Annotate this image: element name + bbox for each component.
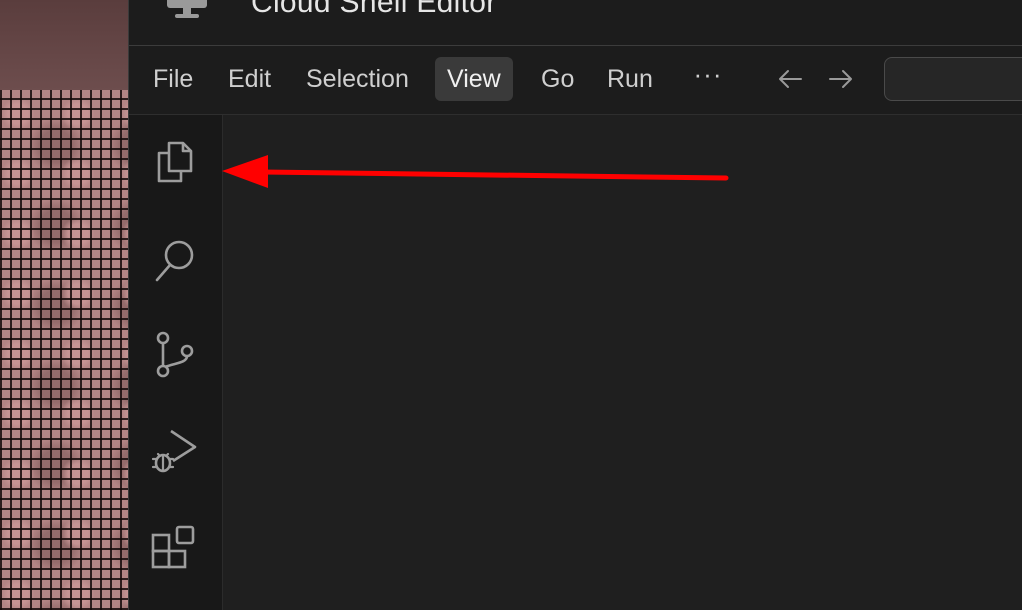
- window-title: Cloud Shell Editor: [251, 0, 497, 19]
- source-control-icon[interactable]: [149, 329, 201, 381]
- search-icon[interactable]: [149, 235, 201, 287]
- desktop-background: [0, 0, 128, 610]
- desktop-wallpaper-pattern: [0, 90, 128, 610]
- arrow-left-icon[interactable]: [775, 64, 805, 94]
- title-bar: Cloud Shell Editor: [129, 0, 1022, 46]
- more-menu-button[interactable]: ···: [692, 57, 724, 101]
- menu-edit[interactable]: Edit: [216, 57, 283, 101]
- monitor-icon: [167, 0, 207, 18]
- activity-bar: [129, 115, 223, 610]
- editor-window: Cloud Shell Editor File Edit Selection V…: [128, 0, 1022, 610]
- desktop-wallpaper-top: [0, 0, 128, 90]
- menu-bar: File Edit Selection View Go Run ···: [129, 46, 1022, 115]
- extensions-icon[interactable]: [149, 521, 201, 573]
- menu-run[interactable]: Run: [595, 57, 665, 101]
- menu-file[interactable]: File: [141, 57, 205, 101]
- run-debug-icon[interactable]: [149, 425, 201, 477]
- editor-area[interactable]: [223, 115, 1022, 610]
- command-center-search[interactable]: [884, 57, 1022, 101]
- menu-go[interactable]: Go: [529, 57, 586, 101]
- screen: Cloud Shell Editor File Edit Selection V…: [0, 0, 1022, 610]
- arrow-right-icon[interactable]: [826, 64, 856, 94]
- menu-selection[interactable]: Selection: [294, 57, 421, 101]
- menu-view[interactable]: View: [435, 57, 513, 101]
- explorer-icon[interactable]: [149, 137, 201, 189]
